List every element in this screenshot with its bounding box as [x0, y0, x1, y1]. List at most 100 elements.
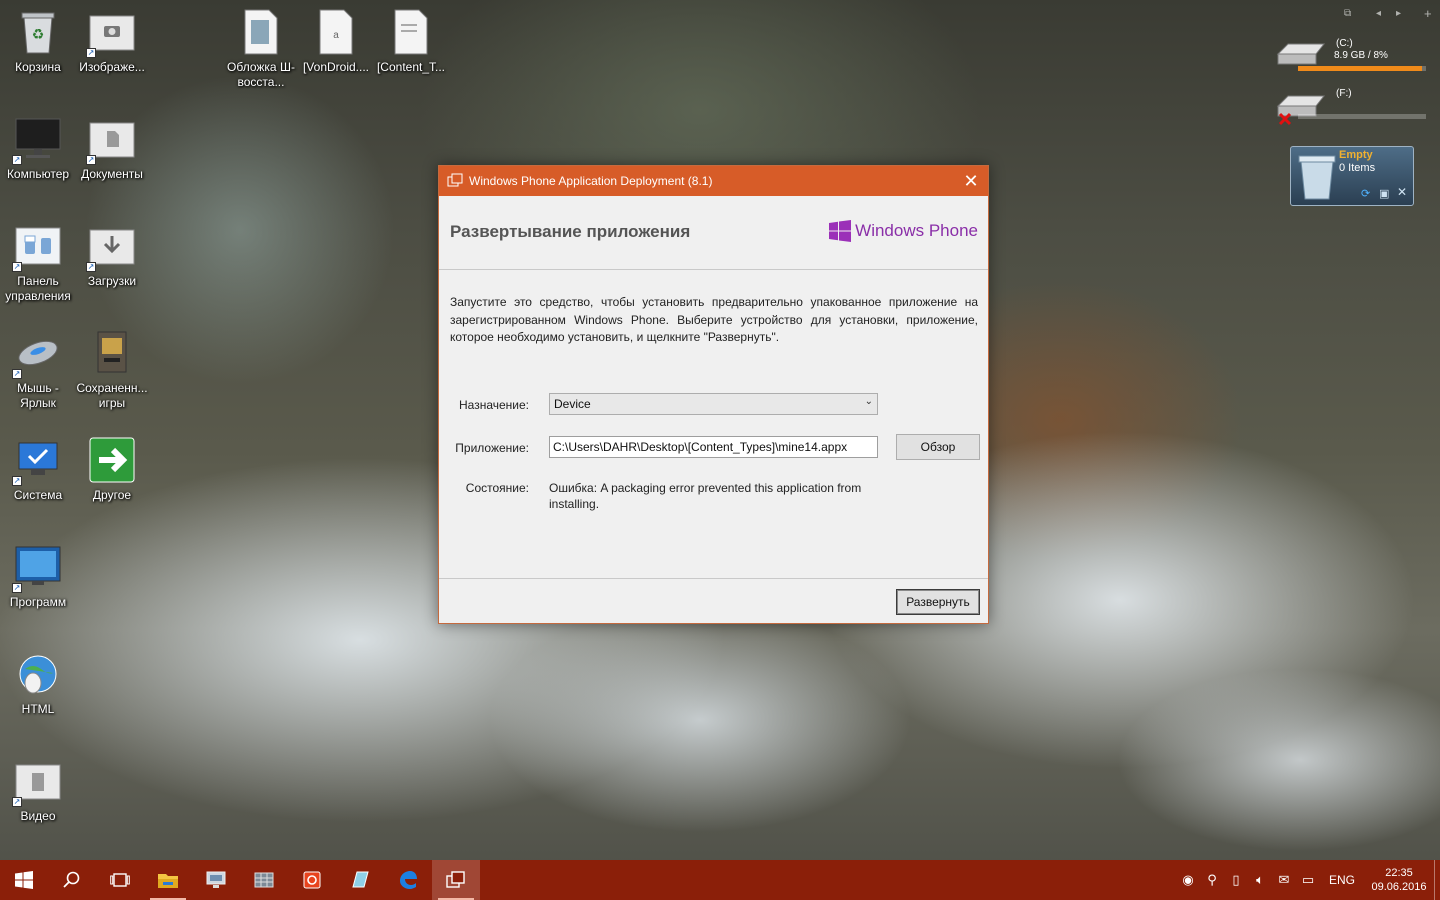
desktop-icon-documents[interactable]: ↗ Документы [74, 115, 150, 182]
gadget-next-icon[interactable]: ▸ [1396, 8, 1401, 19]
windows-start-icon [15, 871, 33, 889]
battery-icon[interactable]: ▯ [1224, 860, 1248, 900]
show-desktop-button[interactable] [1434, 860, 1440, 900]
desktop-icon-label: Другое [92, 488, 132, 502]
gadget-drive-c[interactable]: (C:) 8.9 GB / 8% [1274, 36, 1430, 80]
desktop-icon-other[interactable]: Другое [74, 436, 150, 503]
tray-network-adapter-icon[interactable]: ⚲ [1200, 860, 1224, 900]
taskbar-app-3[interactable] [240, 860, 288, 900]
status-label: Состояние: [465, 481, 529, 495]
start-button[interactable] [0, 860, 48, 900]
office-app-icon [303, 871, 321, 889]
drive-c-usage: 8.9 GB / 8% [1334, 50, 1388, 61]
system-tray: ◉ ⚲ ▯ 🔈︎ ✉ ▭ ENG 22:35 09.06.2016 [1176, 860, 1440, 900]
target-select-value: Device [554, 397, 591, 411]
recycle-bin-gadget-icon [1298, 155, 1336, 200]
dialog-titlebar[interactable]: Windows Phone Application Deployment (8.… [439, 166, 988, 196]
drive-c-usage-fill [1298, 66, 1423, 71]
drive-f-usage-bar [1298, 114, 1426, 119]
desktop-icon-label: Видео [20, 809, 56, 823]
dialog-description: Запустите это средство, чтобы установить… [450, 295, 978, 344]
desktop-icon-label: Система [13, 488, 63, 502]
close-icon[interactable]: ✕ [954, 166, 988, 196]
app-window-icon [447, 173, 463, 187]
system-icon: ↗ [12, 436, 62, 486]
gadget-controls: ⧉ ◂ ▸ + [1340, 6, 1438, 26]
desktop-icon-programs[interactable]: ↗ Программ [0, 543, 76, 610]
desktop-icon-saved-games[interactable]: Сохраненн... игры [74, 329, 150, 411]
gadget-recycle-bin[interactable]: Empty 0 Items ⟳ ▣ ✕ [1290, 146, 1414, 206]
gadget-add-icon[interactable]: + [1424, 6, 1432, 21]
desktop-icon-system[interactable]: ↗ Система [0, 436, 76, 503]
refresh-icon[interactable]: ⟳ [1361, 187, 1370, 200]
desktop-icon-label: Компьютер [6, 167, 70, 181]
taskbar-app-5[interactable] [336, 860, 384, 900]
desktop-icon-label: Сохраненн... игры [76, 381, 148, 410]
settings-icon[interactable]: ✕ [1397, 185, 1407, 199]
taskbar-deployment-app[interactable] [432, 860, 480, 900]
desktop-icon-label: Загрузки [87, 274, 137, 288]
browse-button[interactable]: Обзор [896, 434, 980, 460]
brand-text: Windows Phone [855, 221, 978, 240]
taskbar-app-2[interactable] [192, 860, 240, 900]
windows-logo-icon [829, 220, 852, 242]
desktop-icon-control-panel[interactable]: ↗ Панель управления [0, 222, 76, 304]
task-view-button[interactable] [96, 860, 144, 900]
language-indicator[interactable]: ENG [1320, 860, 1364, 900]
monitor-app-icon [206, 871, 226, 888]
desktop-icon-label: Программ [9, 595, 67, 609]
desktop-icon-label: Панель управления [5, 274, 71, 303]
desktop-icon-label: [VonDroid.... [302, 60, 370, 74]
deploy-button[interactable]: Развернуть [896, 589, 980, 615]
taskbar-app-4[interactable] [288, 860, 336, 900]
network-icon[interactable]: ▭ [1296, 860, 1320, 900]
notes-app-icon [352, 871, 369, 888]
target-label: Назначение: [458, 398, 529, 412]
desktop-icon-computer[interactable]: ↗ Компьютер [0, 115, 76, 182]
taskbar-edge[interactable] [384, 860, 432, 900]
removable-drive-icon [1276, 95, 1326, 126]
desktop-icon-oblozhka[interactable]: Обложка Ш-восста... [223, 8, 299, 90]
taskbar-file-explorer[interactable] [144, 860, 192, 900]
app-path-input[interactable]: C:\Users\DAHR\Desktop\[Content_Types]\mi… [549, 436, 878, 458]
globe-icon [14, 650, 62, 698]
gadget-drive-f[interactable]: (F:) [1274, 84, 1430, 126]
desktop-icon-label: Изображе... [79, 60, 145, 74]
recycle-bin-icon: ♻ [14, 8, 62, 56]
edge-browser-icon [400, 871, 417, 889]
empty-bin-icon[interactable]: ▣ [1379, 187, 1389, 200]
desktop-icon-video[interactable]: ↗ Видео [0, 757, 76, 824]
desktop-icon-pictures[interactable]: ↗ Изображе... [74, 8, 150, 75]
target-select[interactable]: Device ⌄ [549, 393, 878, 415]
computer-icon: ↗ [12, 115, 62, 165]
tray-app-icon[interactable]: ◉ [1176, 860, 1200, 900]
drive-c-label: (C:) [1336, 38, 1353, 49]
programs-icon: ↗ [12, 543, 62, 593]
gadget-window-icon[interactable]: ⧉ [1344, 8, 1351, 19]
desktop-icon-vondroid[interactable]: a [VonDroid.... [298, 8, 374, 75]
desktop-icon-label: Мышь - Ярлык [17, 381, 59, 410]
desktop-icon-html[interactable]: HTML [0, 650, 76, 717]
taskbar: ◉ ⚲ ▯ 🔈︎ ✉ ▭ ENG 22:35 09.06.2016 [0, 860, 1440, 900]
clock[interactable]: 22:35 09.06.2016 [1364, 866, 1434, 894]
clock-date: 09.06.2016 [1371, 881, 1427, 893]
desktop-icon-recycle-bin[interactable]: ♻ Корзина [0, 8, 76, 75]
saved-games-icon [88, 329, 136, 377]
notification-message-icon[interactable]: ✉ [1272, 860, 1296, 900]
document-icon [387, 8, 435, 56]
shortcut-arrow-icon: ↗ [12, 155, 22, 165]
windows-phone-logo: Windows Phone [829, 220, 978, 242]
dialog-title: Windows Phone Application Deployment (8.… [469, 174, 713, 188]
desktop-icon-label: HTML [21, 702, 55, 716]
desktop-icon-mouse[interactable]: ↗ Мышь - Ярлык [0, 329, 76, 411]
shortcut-arrow-icon: ↗ [86, 262, 96, 272]
gadget-prev-icon[interactable]: ◂ [1376, 8, 1381, 19]
documents-folder-icon: ↗ [86, 115, 136, 165]
shortcut-arrow-icon: ↗ [86, 155, 96, 165]
desktop-icon-downloads[interactable]: ↗ Загрузки [74, 222, 150, 289]
search-button[interactable] [48, 860, 96, 900]
volume-icon[interactable]: 🔈︎ [1248, 860, 1272, 900]
svg-text:a: a [333, 30, 339, 41]
desktop-icon-content-types[interactable]: [Content_T... [373, 8, 449, 75]
desktop-icon-label: [Content_T... [376, 60, 446, 74]
